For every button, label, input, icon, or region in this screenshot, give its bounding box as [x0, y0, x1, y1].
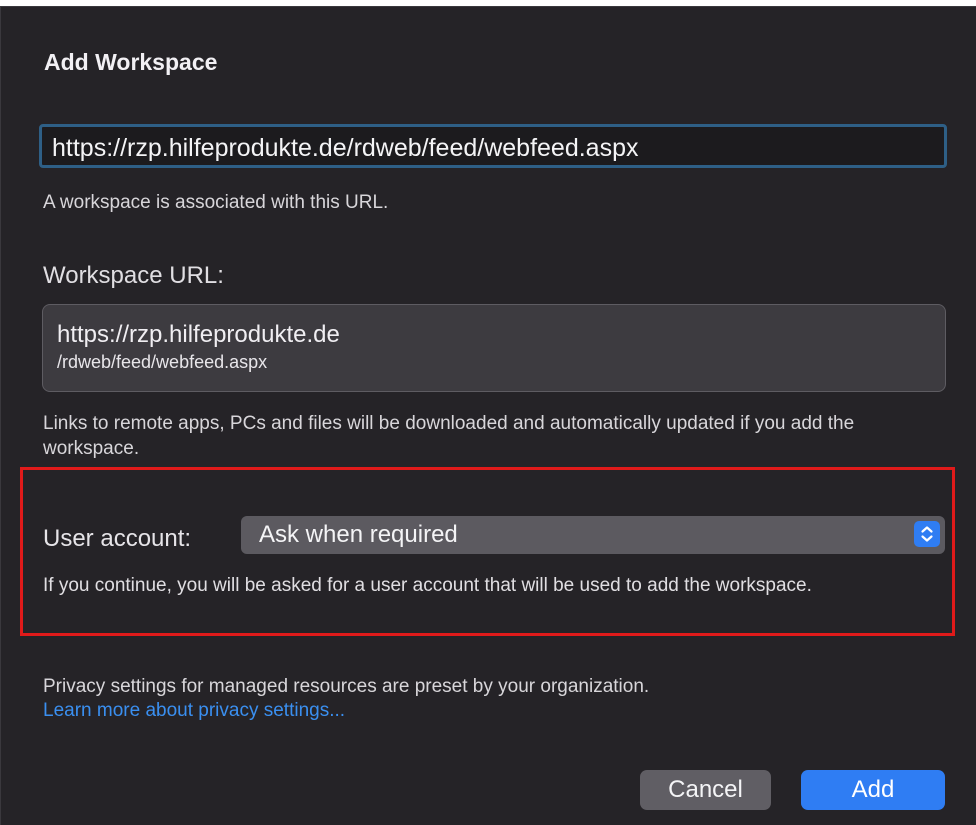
user-account-note: If you continue, you will be asked for a… [43, 575, 812, 596]
download-note: Links to remote apps, PCs and files will… [43, 413, 855, 459]
user-account-label: User account: [43, 525, 192, 552]
cancel-button[interactable]: Cancel [640, 770, 771, 810]
workspace-url-host: https://rzp.hilfeprodukte.de [57, 321, 340, 348]
add-workspace-dialog: Add Workspace A workspace is associated … [0, 6, 976, 825]
workspace-url-input[interactable] [39, 124, 947, 168]
workspace-url-path: /rdweb/feed/webfeed.aspx [57, 352, 268, 372]
privacy-note: Privacy settings for managed resources a… [43, 676, 650, 697]
workspace-url-label: Workspace URL: [43, 262, 224, 289]
privacy-settings-link[interactable]: Learn more about privacy settings... [43, 700, 345, 722]
user-account-value: Ask when required [259, 521, 458, 548]
user-account-select[interactable]: Ask when required [241, 516, 945, 554]
url-status-text: A workspace is associated with this URL. [43, 192, 389, 213]
dialog-title: Add Workspace [44, 49, 218, 75]
workspace-url-display: https://rzp.hilfeprodukte.de /rdweb/feed… [42, 304, 946, 392]
chevron-up-down-icon [914, 521, 940, 547]
add-button[interactable]: Add [801, 770, 945, 810]
